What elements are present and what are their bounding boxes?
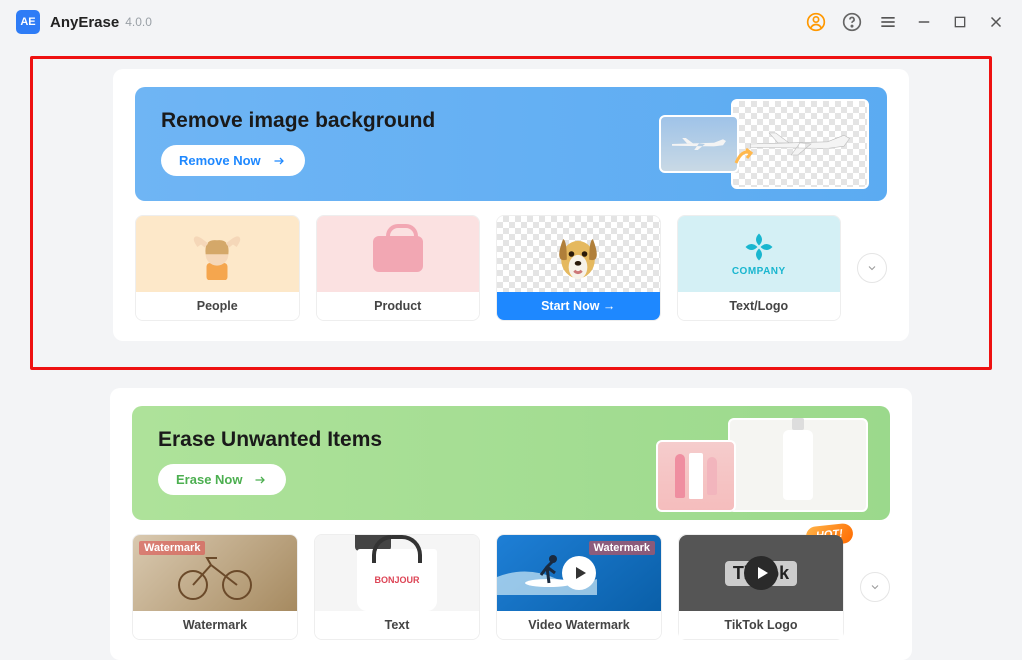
remove-now-button[interactable]: Remove Now xyxy=(161,145,305,176)
erase-items-card: Erase Unwanted Items Erase Now xyxy=(110,388,912,660)
expand-options-button[interactable] xyxy=(860,572,890,602)
remove-background-card: Remove image background Remove Now xyxy=(113,69,909,341)
highlighted-section: Remove image background Remove Now xyxy=(30,56,992,370)
text-thumb: BONJOUR xyxy=(315,535,479,611)
airplane-icon xyxy=(669,134,729,154)
option-label: TikTok Logo xyxy=(679,611,843,639)
remove-bg-options: People Product xyxy=(135,215,887,321)
user-account-icon[interactable] xyxy=(806,12,826,32)
dog-icon xyxy=(550,226,606,282)
video-thumb: Watermark xyxy=(497,535,661,611)
option-label: Text/Logo xyxy=(678,292,841,320)
bottle-icon xyxy=(689,453,703,499)
erase-now-label: Erase Now xyxy=(176,472,242,487)
option-text[interactable]: BONJOUR Text xyxy=(314,534,480,640)
option-text-logo[interactable]: COMPANY Text/Logo xyxy=(677,215,842,321)
menu-icon[interactable] xyxy=(878,12,898,32)
tiktok-thumb: TikTok xyxy=(679,535,843,611)
option-animal[interactable]: Start Now → xyxy=(496,215,661,321)
hero-title: Remove image background xyxy=(161,109,435,133)
option-label: Product xyxy=(317,292,480,320)
airplane-icon xyxy=(745,127,855,161)
arrow-right-icon xyxy=(252,474,268,486)
hero-preview xyxy=(659,99,869,189)
app-name: AnyErase xyxy=(50,14,119,31)
option-label-active: Start Now → xyxy=(497,292,660,320)
preview-before xyxy=(659,115,739,173)
erase-now-button[interactable]: Erase Now xyxy=(158,464,286,495)
bag-text: BONJOUR xyxy=(374,575,419,585)
company-text: COMPANY xyxy=(732,266,786,277)
preview-after xyxy=(731,99,869,189)
logo-thumb: COMPANY xyxy=(678,216,841,292)
expand-options-button[interactable] xyxy=(857,253,887,283)
curve-arrow-icon xyxy=(732,145,756,169)
option-label: Watermark xyxy=(133,611,297,639)
people-thumb xyxy=(136,216,299,292)
option-label: People xyxy=(136,292,299,320)
razor-icon xyxy=(707,457,717,495)
remove-background-hero: Remove image background Remove Now xyxy=(135,87,887,201)
bottle-icon xyxy=(783,430,813,500)
play-icon xyxy=(562,556,596,590)
chevron-down-icon xyxy=(866,262,878,274)
chevron-down-icon xyxy=(869,581,881,593)
watermark-tag: Watermark xyxy=(139,541,205,555)
company-logo-icon xyxy=(744,232,774,262)
titlebar: AE AnyErase 4.0.0 xyxy=(0,0,1022,44)
option-tiktok-logo[interactable]: HOT! TikTok TikTok Logo xyxy=(678,534,844,640)
watermark-tag: Watermark xyxy=(589,541,655,555)
erase-after xyxy=(728,418,868,512)
option-label: Text xyxy=(315,611,479,639)
arrow-right-icon xyxy=(271,155,287,167)
watermark-thumb: Watermark xyxy=(133,535,297,611)
remove-now-label: Remove Now xyxy=(179,153,261,168)
product-thumb xyxy=(317,216,480,292)
handbag-icon xyxy=(373,236,423,272)
razor-icon xyxy=(675,454,685,498)
maximize-icon[interactable] xyxy=(950,12,970,32)
option-product[interactable]: Product xyxy=(316,215,481,321)
app-version: 4.0.0 xyxy=(125,15,152,29)
option-watermark[interactable]: Watermark Watermark xyxy=(132,534,298,640)
erase-options: Watermark Watermark BONJOUR Text xyxy=(132,534,890,640)
play-icon xyxy=(744,556,778,590)
erase-preview xyxy=(656,418,868,512)
person-icon xyxy=(182,228,252,281)
minimize-icon[interactable] xyxy=(914,12,934,32)
animal-thumb xyxy=(497,216,660,292)
option-label: Video Watermark xyxy=(497,611,661,639)
option-video-watermark[interactable]: Watermark Video Watermark xyxy=(496,534,662,640)
close-icon[interactable] xyxy=(986,12,1006,32)
erase-before xyxy=(656,440,736,512)
app-logo: AE xyxy=(16,10,40,34)
erase-items-hero: Erase Unwanted Items Erase Now xyxy=(132,406,890,520)
bag-icon: BONJOUR xyxy=(357,549,437,611)
help-icon[interactable] xyxy=(842,12,862,32)
option-people[interactable]: People xyxy=(135,215,300,321)
hero-title: Erase Unwanted Items xyxy=(158,428,382,452)
